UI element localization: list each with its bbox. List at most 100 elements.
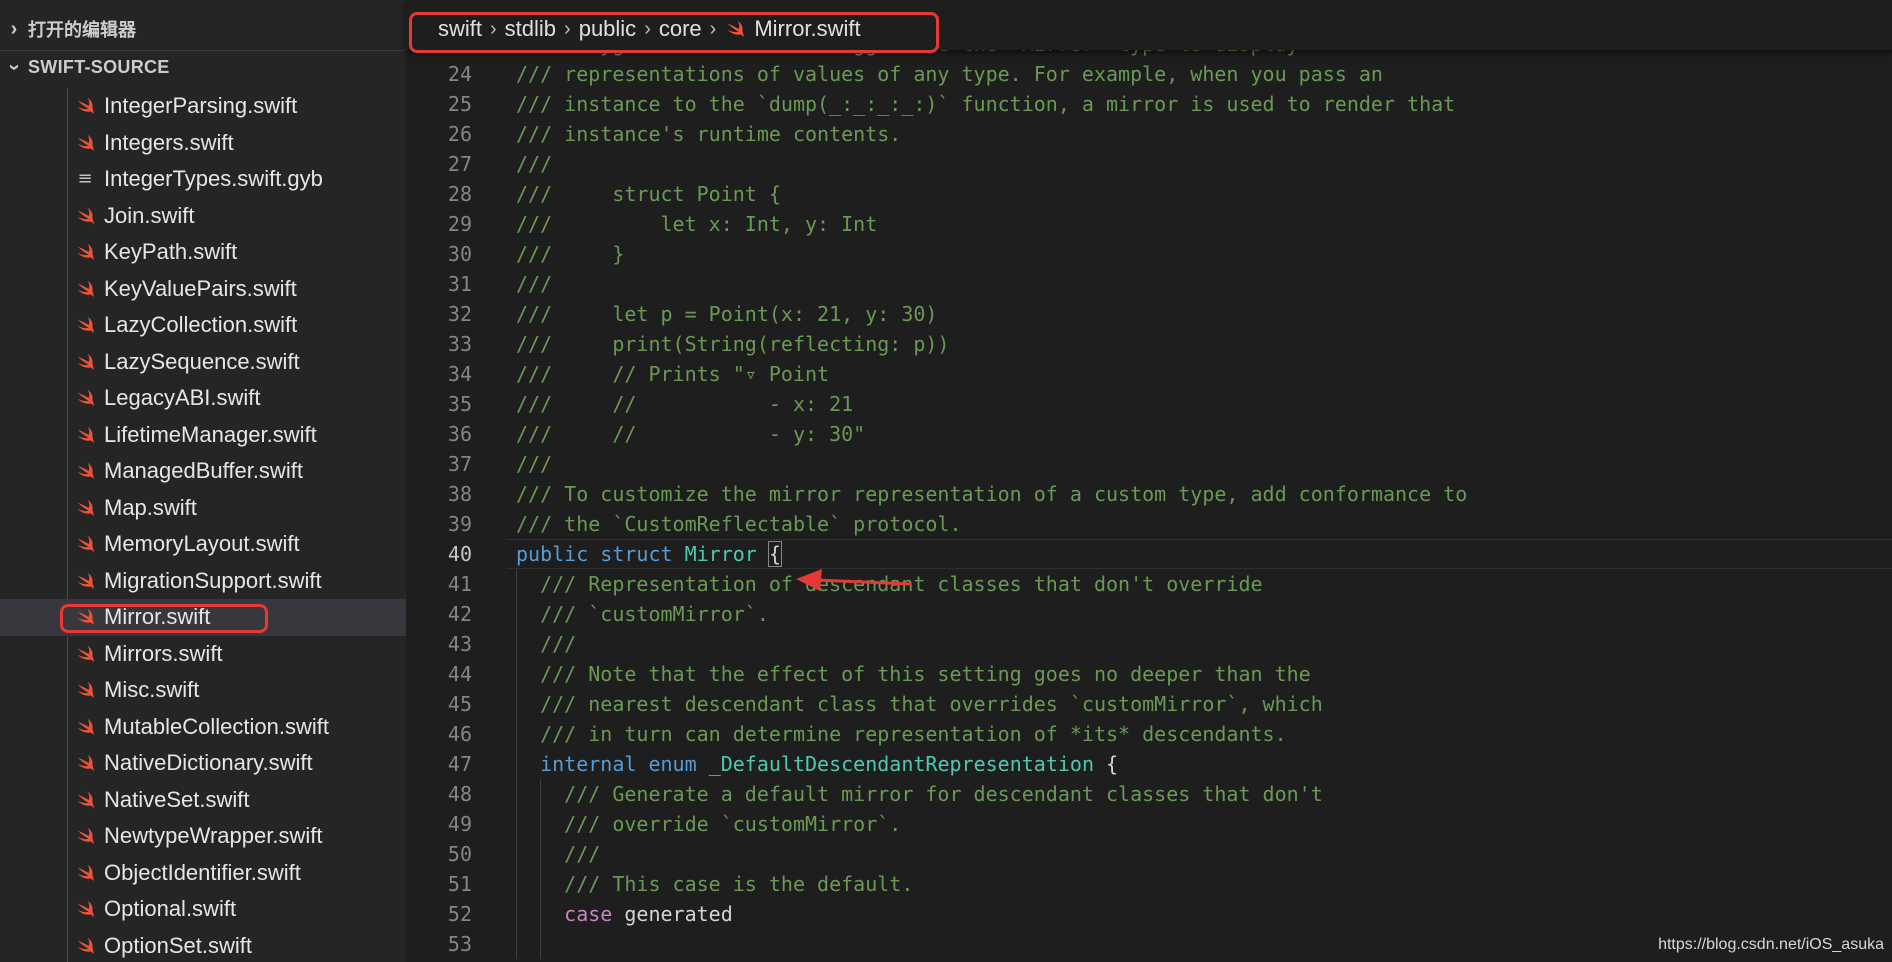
file-name: Map.swift	[104, 494, 197, 520]
swift-icon	[74, 205, 96, 227]
open-editors-section[interactable]: › 打开的编辑器	[0, 12, 406, 46]
code-text: /// // - y: 30"	[516, 419, 865, 449]
file-name: Join.swift	[104, 202, 195, 228]
code-text: ///	[516, 269, 552, 299]
breadcrumb-item-stdlib[interactable]: stdlib	[505, 16, 556, 42]
code-line[interactable]: 49 /// override `customMirror`.	[406, 809, 1892, 839]
file-name: Misc.swift	[104, 677, 200, 703]
file-item[interactable]: LazyCollection.swift	[0, 307, 406, 344]
code-token: /// // Prints "▿ Point	[516, 362, 830, 386]
code-line[interactable]: 30 /// }	[406, 239, 1892, 269]
code-line[interactable]: 38 /// To customize the mirror representa…	[406, 479, 1892, 509]
code-line[interactable]: 50 ///	[406, 839, 1892, 869]
code-text: /// }	[516, 239, 624, 269]
file-item[interactable]: ManagedBuffer.swift	[0, 453, 406, 490]
code-text: /// instance's runtime contents.	[516, 119, 901, 149]
code-line[interactable]: 46 /// in turn can determine representat…	[406, 719, 1892, 749]
file-item[interactable]: Join.swift	[0, 198, 406, 235]
code-line[interactable]: 47 internal enum _DefaultDescendantRepre…	[406, 749, 1892, 779]
line-number: 28	[447, 182, 472, 206]
file-item[interactable]: LegacyABI.swift	[0, 380, 406, 417]
code-line[interactable]: 33 /// print(String(reflecting: p))	[406, 329, 1892, 359]
code-line[interactable]: 43 ///	[406, 629, 1892, 659]
file-name: LifetimeManager.swift	[104, 421, 317, 447]
code-line[interactable]: 48 /// Generate a default mirror for des…	[406, 779, 1892, 809]
file-item[interactable]: ObjectIdentifier.swift	[0, 855, 406, 892]
swift-source-label: SWIFT-SOURCE	[28, 57, 170, 77]
code-token: _DefaultDescendantRepresentation	[708, 752, 1094, 776]
code-token: {	[767, 541, 782, 567]
file-item[interactable]: Mirror.swift	[0, 599, 406, 636]
file-item[interactable]: NativeSet.swift	[0, 782, 406, 819]
file-item[interactable]: KeyValuePairs.swift	[0, 271, 406, 308]
file-item[interactable]: MigrationSupport.swift	[0, 563, 406, 600]
file-item[interactable]: LifetimeManager.swift	[0, 417, 406, 454]
file-item[interactable]: Integers.swift	[0, 125, 406, 162]
code-line[interactable]: 34 /// // Prints "▿ Point	[406, 359, 1892, 389]
code-token: /// let x: Int, y: Int	[516, 212, 878, 236]
code-line[interactable]: 24 /// representations of values of any t…	[406, 59, 1892, 89]
swift-icon	[74, 533, 96, 555]
code-text: /// instance to the `dump(_:_:_:_:)` fun…	[516, 89, 1455, 119]
line-number: 38	[447, 482, 472, 506]
code-line[interactable]: 37 ///	[406, 449, 1892, 479]
file-item[interactable]: Misc.swift	[0, 672, 406, 709]
code-token: /// instance's runtime contents.	[516, 122, 902, 146]
code-text: /// This case is the default.	[516, 869, 913, 899]
file-name: KeyValuePairs.swift	[104, 275, 297, 301]
code-line[interactable]: 25 /// instance to the `dump(_:_:_:_:)` f…	[406, 89, 1892, 119]
swift-icon	[74, 606, 96, 628]
code-line[interactable]: 40 public struct Mirror {	[406, 539, 1892, 569]
swift-icon	[74, 351, 96, 373]
file-item[interactable]: MemoryLayout.swift	[0, 526, 406, 563]
swift-source-section[interactable]: › SWIFT-SOURCE	[0, 50, 406, 84]
swift-icon	[74, 387, 96, 409]
file-item[interactable]: Mirrors.swift	[0, 636, 406, 673]
code-editor[interactable]: 23/// Playgrounds and the debugger use t…	[406, 36, 1892, 962]
code-text: ///	[516, 449, 552, 479]
code-token: /// the `CustomReflectable` protocol.	[516, 512, 962, 536]
file-item[interactable]: OptionSet.swift	[0, 928, 406, 962]
code-line[interactable]: 32 /// let p = Point(x: 21, y: 30)	[406, 299, 1892, 329]
code-line[interactable]: 51 /// This case is the default.	[406, 869, 1892, 899]
file-item[interactable]: ≡ IntegerTypes.swift.gyb	[0, 161, 406, 198]
explorer-sidebar: › 打开的编辑器 › SWIFT-SOURCE IntegerParsing.s…	[0, 0, 406, 962]
breadcrumb-item-swift[interactable]: swift	[438, 16, 482, 42]
code-line[interactable]: 42 /// `customMirror`.	[406, 599, 1892, 629]
file-item[interactable]: MutableCollection.swift	[0, 709, 406, 746]
breadcrumb-item-file[interactable]: Mirror.swift	[754, 16, 860, 42]
breadcrumb-item-public[interactable]: public	[579, 16, 636, 42]
code-line[interactable]: 31 ///	[406, 269, 1892, 299]
code-line[interactable]: 27 ///	[406, 149, 1892, 179]
line-number: 37	[447, 452, 472, 476]
code-line[interactable]: 28 /// struct Point {	[406, 179, 1892, 209]
code-line[interactable]: 45 /// nearest descendant class that ove…	[406, 689, 1892, 719]
code-line[interactable]: 41 /// Representation of descendant clas…	[406, 569, 1892, 599]
swift-icon	[74, 241, 96, 263]
file-item[interactable]: Map.swift	[0, 490, 406, 527]
code-line[interactable]: 36 /// // - y: 30"	[406, 419, 1892, 449]
file-name: Integers.swift	[104, 129, 234, 155]
code-line[interactable]: 26 /// instance's runtime contents.	[406, 119, 1892, 149]
file-item[interactable]: IntegerParsing.swift	[0, 88, 406, 125]
file-name: ObjectIdentifier.swift	[104, 859, 301, 885]
chevron-right-icon: ›	[564, 17, 571, 40]
breadcrumb-item-core[interactable]: core	[659, 16, 702, 42]
code-text: case generated	[516, 899, 733, 929]
line-number: 40	[447, 542, 472, 566]
code-line[interactable]: 29 /// let x: Int, y: Int	[406, 209, 1892, 239]
file-item[interactable]: NativeDictionary.swift	[0, 745, 406, 782]
code-text: /// Generate a default mirror for descen…	[516, 779, 1323, 809]
line-number: 42	[447, 602, 472, 626]
code-token: /// struct Point {	[516, 182, 781, 206]
file-name: LegacyABI.swift	[104, 385, 261, 411]
code-line[interactable]: 52 case generated	[406, 899, 1892, 929]
code-line[interactable]: 39 /// the `CustomReflectable` protocol.	[406, 509, 1892, 539]
file-item[interactable]: KeyPath.swift	[0, 234, 406, 271]
file-item[interactable]: Optional.swift	[0, 891, 406, 928]
code-line[interactable]: 35 /// // - x: 21	[406, 389, 1892, 419]
file-item[interactable]: NewtypeWrapper.swift	[0, 818, 406, 855]
code-line[interactable]: 44 /// Note that the effect of this sett…	[406, 659, 1892, 689]
file-item[interactable]: LazySequence.swift	[0, 344, 406, 381]
